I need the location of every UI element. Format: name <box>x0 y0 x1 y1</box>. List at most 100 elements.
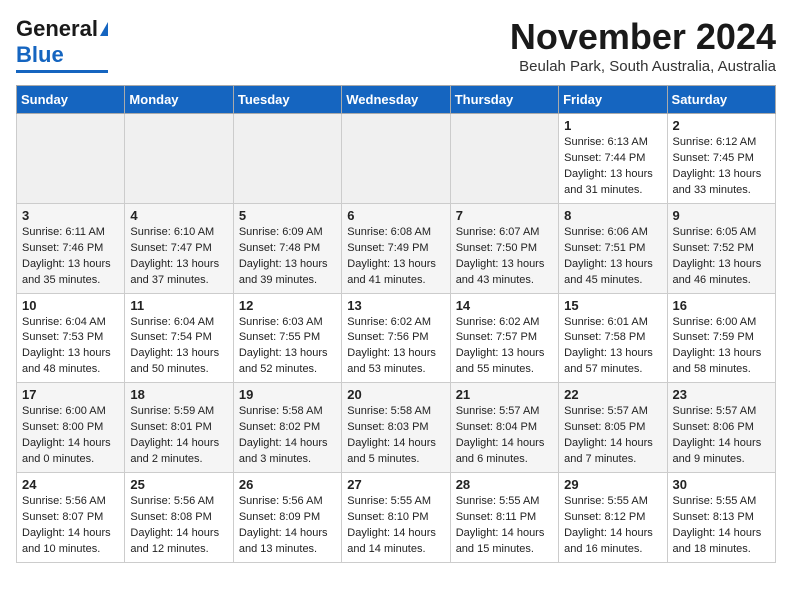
calendar-cell: 6 Sunrise: 6:08 AM Sunset: 7:49 PM Daylig… <box>342 203 450 293</box>
calendar-cell: 1Sunrise: 6:13 AM Sunset: 7:44 PM Daylig… <box>559 114 667 204</box>
day-info: Sunrise: 5:59 AM Sunset: 8:01 PM Dayligh… <box>130 404 227 468</box>
day-info: Sunrise: 5:56 AM Sunset: 8:07 PM Dayligh… <box>22 494 119 558</box>
day-number: 10 <box>22 298 119 313</box>
day-number: 20 <box>347 387 444 402</box>
calendar-cell: 27Sunrise: 5:55 AM Sunset: 8:10 PM Dayli… <box>342 473 450 563</box>
calendar-cell <box>233 114 341 204</box>
day-number: 15 <box>564 298 661 313</box>
calendar-cell: 12 Sunrise: 6:03 AM Sunset: 7:55 PM Dayli… <box>233 293 341 383</box>
calendar-cell: 4 Sunrise: 6:10 AM Sunset: 7:47 PM Daylig… <box>125 203 233 293</box>
calendar-cell <box>125 114 233 204</box>
weekday-header: Saturday <box>667 86 775 114</box>
day-info: Sunrise: 6:01 AM Sunset: 7:58 PM Dayligh… <box>564 315 661 379</box>
calendar-cell: 26 Sunrise: 5:56 AM Sunset: 8:09 PM Dayli… <box>233 473 341 563</box>
day-number: 2 <box>673 118 770 133</box>
calendar-cell: 22 Sunrise: 5:57 AM Sunset: 8:05 PM Dayli… <box>559 383 667 473</box>
day-info: Sunrise: 6:04 AM Sunset: 7:54 PM Dayligh… <box>130 315 227 379</box>
logo-triangle-icon <box>100 22 108 36</box>
calendar-week-row: 17 Sunrise: 6:00 AM Sunset: 8:00 PM Dayli… <box>17 383 776 473</box>
day-number: 28 <box>456 477 553 492</box>
day-info: Sunrise: 5:57 AM Sunset: 8:06 PM Dayligh… <box>673 404 770 468</box>
calendar-cell: 20 Sunrise: 5:58 AM Sunset: 8:03 PM Dayli… <box>342 383 450 473</box>
calendar-cell: 18 Sunrise: 5:59 AM Sunset: 8:01 PM Dayli… <box>125 383 233 473</box>
calendar-cell: 11 Sunrise: 6:04 AM Sunset: 7:54 PM Dayli… <box>125 293 233 383</box>
calendar-cell: 21 Sunrise: 5:57 AM Sunset: 8:04 PM Dayli… <box>450 383 558 473</box>
day-number: 27 <box>347 477 444 492</box>
calendar-cell: 25 Sunrise: 5:56 AM Sunset: 8:08 PM Dayli… <box>125 473 233 563</box>
day-number: 4 <box>130 208 227 223</box>
day-number: 30 <box>673 477 770 492</box>
day-number: 24 <box>22 477 119 492</box>
calendar-cell: 9Sunrise: 6:05 AM Sunset: 7:52 PM Daylig… <box>667 203 775 293</box>
logo-general: General <box>16 16 98 42</box>
day-number: 11 <box>130 298 227 313</box>
day-info: Sunrise: 6:05 AM Sunset: 7:52 PM Dayligh… <box>673 225 770 289</box>
day-info: Sunrise: 6:02 AM Sunset: 7:56 PM Dayligh… <box>347 315 444 379</box>
calendar-week-row: 3 Sunrise: 6:11 AM Sunset: 7:46 PM Daylig… <box>17 203 776 293</box>
day-info: Sunrise: 5:58 AM Sunset: 8:03 PM Dayligh… <box>347 404 444 468</box>
logo: General Blue <box>16 16 108 73</box>
calendar-header-row: SundayMondayTuesdayWednesdayThursdayFrid… <box>17 86 776 114</box>
calendar-cell: 10 Sunrise: 6:04 AM Sunset: 7:53 PM Dayli… <box>17 293 125 383</box>
calendar-week-row: 1Sunrise: 6:13 AM Sunset: 7:44 PM Daylig… <box>17 114 776 204</box>
day-info: Sunrise: 6:04 AM Sunset: 7:53 PM Dayligh… <box>22 315 119 379</box>
day-info: Sunrise: 5:56 AM Sunset: 8:09 PM Dayligh… <box>239 494 336 558</box>
day-number: 29 <box>564 477 661 492</box>
calendar-cell: 3 Sunrise: 6:11 AM Sunset: 7:46 PM Daylig… <box>17 203 125 293</box>
calendar-cell: 24 Sunrise: 5:56 AM Sunset: 8:07 PM Dayli… <box>17 473 125 563</box>
title-block: November 2024 Beulah Park, South Austral… <box>510 16 776 75</box>
day-info: Sunrise: 5:55 AM Sunset: 8:13 PM Dayligh… <box>673 494 770 558</box>
calendar-cell: 17 Sunrise: 6:00 AM Sunset: 8:00 PM Dayli… <box>17 383 125 473</box>
day-info: Sunrise: 5:57 AM Sunset: 8:04 PM Dayligh… <box>456 404 553 468</box>
day-info: Sunrise: 5:58 AM Sunset: 8:02 PM Dayligh… <box>239 404 336 468</box>
day-number: 22 <box>564 387 661 402</box>
calendar-body: 1Sunrise: 6:13 AM Sunset: 7:44 PM Daylig… <box>17 114 776 563</box>
day-info: Sunrise: 6:03 AM Sunset: 7:55 PM Dayligh… <box>239 315 336 379</box>
calendar-cell: 5Sunrise: 6:09 AM Sunset: 7:48 PM Daylig… <box>233 203 341 293</box>
calendar-cell: 23Sunrise: 5:57 AM Sunset: 8:06 PM Dayli… <box>667 383 775 473</box>
logo-underline <box>16 70 108 73</box>
day-number: 25 <box>130 477 227 492</box>
weekday-header: Friday <box>559 86 667 114</box>
day-info: Sunrise: 6:06 AM Sunset: 7:51 PM Dayligh… <box>564 225 661 289</box>
calendar-cell: 15 Sunrise: 6:01 AM Sunset: 7:58 PM Dayli… <box>559 293 667 383</box>
calendar-cell: 8 Sunrise: 6:06 AM Sunset: 7:51 PM Daylig… <box>559 203 667 293</box>
day-number: 14 <box>456 298 553 313</box>
day-number: 6 <box>347 208 444 223</box>
day-number: 3 <box>22 208 119 223</box>
day-info: Sunrise: 6:02 AM Sunset: 7:57 PM Dayligh… <box>456 315 553 379</box>
day-number: 12 <box>239 298 336 313</box>
day-number: 8 <box>564 208 661 223</box>
weekday-header: Tuesday <box>233 86 341 114</box>
weekday-header: Sunday <box>17 86 125 114</box>
day-info: Sunrise: 6:13 AM Sunset: 7:44 PM Dayligh… <box>564 135 661 199</box>
month-title: November 2024 <box>510 16 776 58</box>
day-info: Sunrise: 5:55 AM Sunset: 8:12 PM Dayligh… <box>564 494 661 558</box>
calendar-cell: 14 Sunrise: 6:02 AM Sunset: 7:57 PM Dayli… <box>450 293 558 383</box>
calendar-cell <box>450 114 558 204</box>
day-info: Sunrise: 6:00 AM Sunset: 8:00 PM Dayligh… <box>22 404 119 468</box>
day-info: Sunrise: 6:11 AM Sunset: 7:46 PM Dayligh… <box>22 225 119 289</box>
calendar-cell: 28 Sunrise: 5:55 AM Sunset: 8:11 PM Dayli… <box>450 473 558 563</box>
day-number: 21 <box>456 387 553 402</box>
weekday-header: Wednesday <box>342 86 450 114</box>
calendar-cell: 16 Sunrise: 6:00 AM Sunset: 7:59 PM Dayli… <box>667 293 775 383</box>
day-info: Sunrise: 5:56 AM Sunset: 8:08 PM Dayligh… <box>130 494 227 558</box>
day-number: 18 <box>130 387 227 402</box>
calendar-cell: 29 Sunrise: 5:55 AM Sunset: 8:12 PM Dayli… <box>559 473 667 563</box>
day-number: 16 <box>673 298 770 313</box>
day-number: 19 <box>239 387 336 402</box>
day-info: Sunrise: 6:10 AM Sunset: 7:47 PM Dayligh… <box>130 225 227 289</box>
calendar-cell <box>17 114 125 204</box>
weekday-header: Thursday <box>450 86 558 114</box>
calendar-cell: 19 Sunrise: 5:58 AM Sunset: 8:02 PM Dayli… <box>233 383 341 473</box>
day-info: Sunrise: 6:08 AM Sunset: 7:49 PM Dayligh… <box>347 225 444 289</box>
day-info: Sunrise: 5:57 AM Sunset: 8:05 PM Dayligh… <box>564 404 661 468</box>
location-title: Beulah Park, South Australia, Australia <box>510 58 776 75</box>
day-number: 17 <box>22 387 119 402</box>
day-info: Sunrise: 5:55 AM Sunset: 8:11 PM Dayligh… <box>456 494 553 558</box>
day-info: Sunrise: 6:00 AM Sunset: 7:59 PM Dayligh… <box>673 315 770 379</box>
calendar-week-row: 24 Sunrise: 5:56 AM Sunset: 8:07 PM Dayli… <box>17 473 776 563</box>
logo-blue: Blue <box>16 42 64 68</box>
day-number: 26 <box>239 477 336 492</box>
